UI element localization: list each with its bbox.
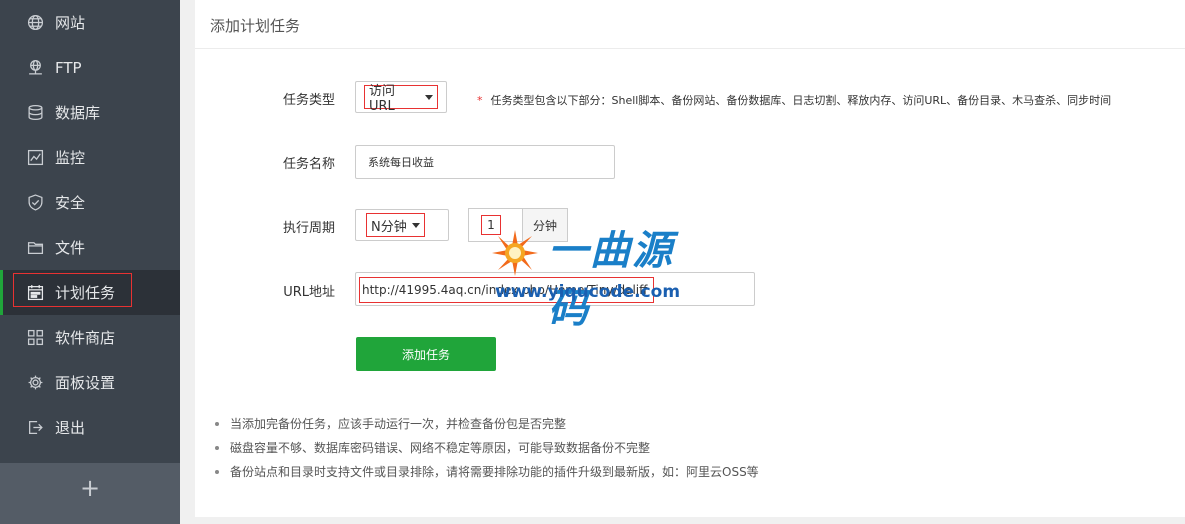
ftp-icon	[27, 59, 44, 76]
chevron-down-icon	[411, 222, 420, 228]
sidebar-item-store[interactable]: 软件商店	[0, 315, 180, 360]
globe-icon	[27, 14, 44, 31]
sidebar-item-label: FTP	[55, 58, 82, 77]
task-name-input[interactable]: 系统每日收益	[355, 145, 615, 179]
url-input[interactable]: http://41995.4aq.cn/index.php/Home/Tiny/…	[355, 272, 755, 306]
shield-icon	[27, 194, 44, 211]
list-item: 磁盘容量不够、数据库密码错误、网络不稳定等原因，可能导致数据备份不完整	[213, 438, 759, 462]
url-value: http://41995.4aq.cn/index.php/Home/Tiny/…	[359, 277, 654, 303]
sidebar-item-cron[interactable]: 计划任务	[0, 270, 180, 315]
sidebar-menu: 网站 FTP 数据库 监控 安全 文件 计划任务 软件商店 面板设置 退出	[0, 0, 180, 450]
sidebar-item-label: 网站	[55, 14, 86, 32]
list-item: 备份站点和目录时支持文件或目录排除，请将需要排除功能的插件升级到最新版，如：阿里…	[213, 462, 759, 486]
sidebar-item-logout[interactable]: 退出	[0, 405, 180, 450]
logout-icon	[27, 419, 44, 436]
sidebar-item-security[interactable]: 安全	[0, 180, 180, 225]
task-type-hint-text: 任务类型包含以下部分：Shell脚本、备份网站、备份数据库、日志切割、释放内存、…	[490, 94, 1112, 107]
sidebar-add-area: +	[0, 463, 180, 524]
required-star: *	[477, 94, 483, 107]
gear-icon	[27, 374, 44, 391]
chevron-down-icon	[425, 94, 433, 100]
monitor-icon	[27, 149, 44, 166]
task-name-label: 任务名称	[282, 157, 335, 172]
add-task-button[interactable]: 添加任务	[356, 337, 496, 371]
minutes-field: 1 分钟	[468, 208, 568, 242]
sidebar-item-label: 面板设置	[55, 374, 116, 392]
grid-icon	[27, 329, 44, 346]
sidebar-item-settings[interactable]: 面板设置	[0, 360, 180, 405]
task-type-value: 访问URL	[369, 84, 396, 114]
task-type-hint: * 任务类型包含以下部分：Shell脚本、备份网站、备份数据库、日志切割、释放内存…	[477, 92, 1111, 108]
sidebar-item-website[interactable]: 网站	[0, 0, 180, 45]
minutes-value: 1	[481, 215, 501, 235]
url-label: URL地址	[283, 285, 335, 300]
sidebar-item-label: 安全	[55, 194, 86, 212]
bullet-icon	[215, 470, 219, 474]
minutes-unit: 分钟	[522, 208, 568, 242]
note-text: 当添加完备份任务，应该手动运行一次，并检查备份包是否完整	[230, 417, 567, 431]
folder-icon	[27, 239, 44, 256]
cycle-value-box: N分钟	[366, 213, 425, 237]
main-panel: 添加计划任务 任务类型 访问URL * 任务类型包含以下部分：Shell脚本、备份…	[195, 0, 1185, 517]
page-title: 添加计划任务	[210, 17, 301, 35]
page-title-bar: 添加计划任务	[195, 0, 1185, 49]
task-name-value: 系统每日收益	[368, 156, 434, 169]
sidebar-item-label: 文件	[55, 239, 86, 257]
cycle-label: 执行周期	[282, 221, 335, 236]
task-type-value-box: 访问URL	[364, 84, 438, 114]
sidebar-item-files[interactable]: 文件	[0, 225, 180, 270]
sidebar-item-label: 数据库	[55, 104, 101, 122]
sidebar-item-database[interactable]: 数据库	[0, 90, 180, 135]
sidebar-item-ftp[interactable]: FTP	[0, 45, 180, 90]
note-text: 备份站点和目录时支持文件或目录排除，请将需要排除功能的插件升级到最新版，如：阿里…	[230, 465, 759, 479]
cycle-select[interactable]: N分钟	[355, 209, 449, 241]
minutes-input[interactable]: 1	[468, 208, 522, 242]
sidebar: 网站 FTP 数据库 监控 安全 文件 计划任务 软件商店 面板设置 退出 +	[0, 0, 180, 524]
cycle-value: N分钟	[371, 219, 407, 235]
database-icon	[27, 104, 44, 121]
sidebar-item-label: 退出	[55, 419, 86, 437]
list-item: 当添加完备份任务，应该手动运行一次，并检查备份包是否完整	[213, 414, 759, 438]
sidebar-item-label: 软件商店	[55, 329, 116, 347]
highlight-box	[13, 273, 132, 307]
task-type-label: 任务类型	[282, 93, 335, 108]
task-type-select[interactable]: 访问URL	[355, 81, 447, 114]
sidebar-item-label: 监控	[55, 149, 86, 167]
sidebar-item-monitor[interactable]: 监控	[0, 135, 180, 180]
notes-list: 当添加完备份任务，应该手动运行一次，并检查备份包是否完整 磁盘容量不够、数据库密…	[213, 414, 759, 486]
note-text: 磁盘容量不够、数据库密码错误、网络不稳定等原因，可能导致数据备份不完整	[230, 441, 651, 455]
bullet-icon	[215, 422, 219, 426]
add-button[interactable]: +	[80, 476, 100, 500]
bullet-icon	[215, 446, 219, 450]
